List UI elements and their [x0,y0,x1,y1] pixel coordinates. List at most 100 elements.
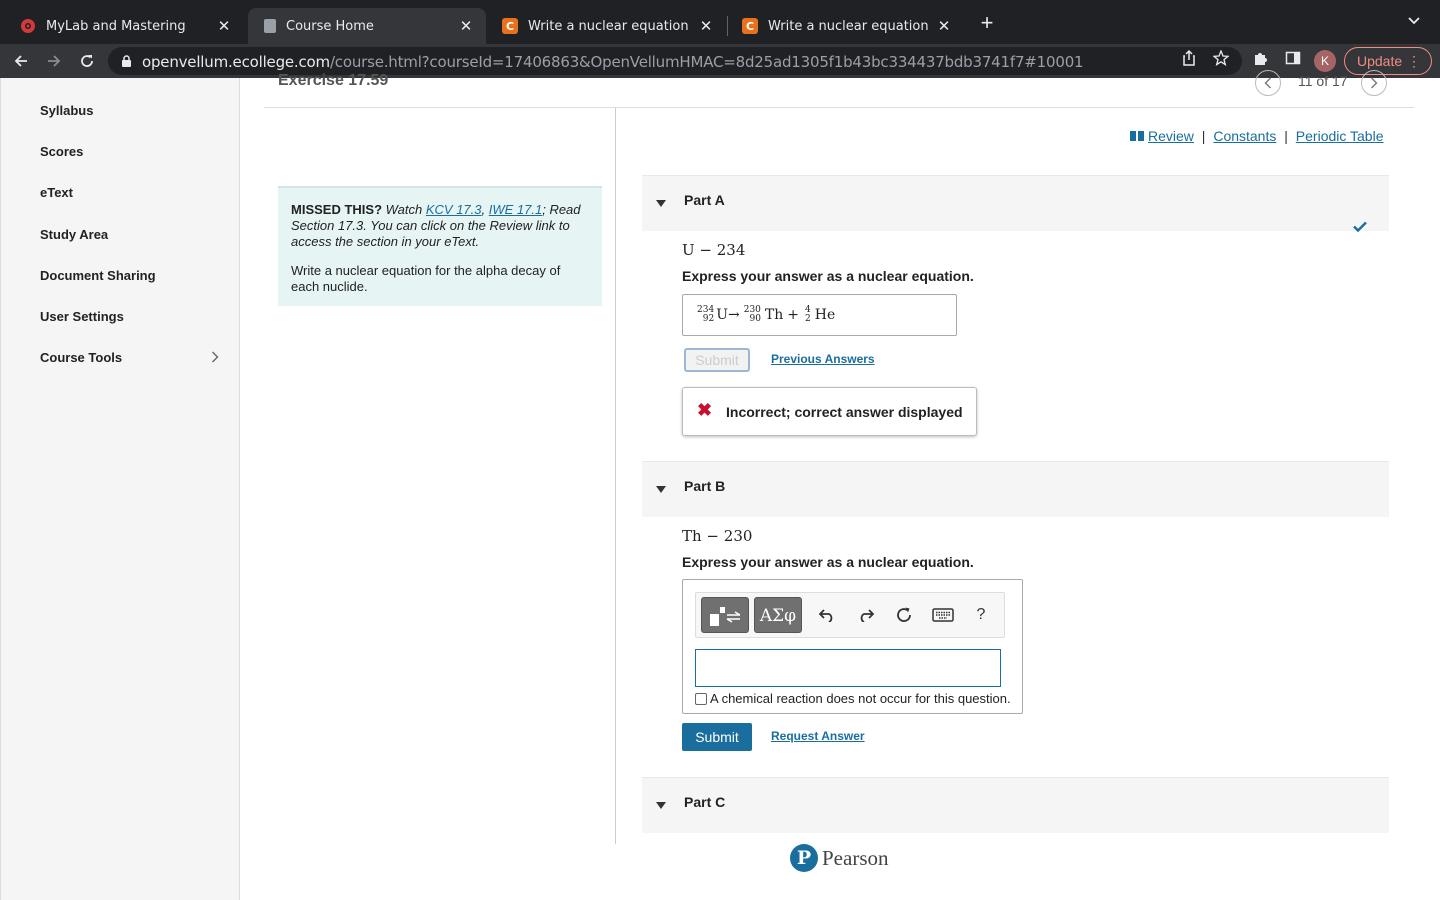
isotope-notation: 230 90 [744,306,761,324]
tab-nuclear-1[interactable]: C Write a nuclear equation for the ✕ [488,8,726,44]
atomic-number: 92 [702,314,715,324]
constants-link[interactable]: Constants [1213,128,1276,144]
tab-course-home[interactable]: Course Home ✕ [248,8,486,44]
tab-mylab[interactable]: MyLab and Mastering ✕ [6,8,244,44]
part-c-header[interactable]: Part C [642,777,1389,833]
tab-title: Write a nuclear equation for the [768,18,930,34]
extensions-puzzle-icon[interactable] [1253,50,1269,70]
close-tab-icon[interactable]: ✕ [698,17,714,35]
periodic-table-link[interactable]: Periodic Table [1296,128,1384,144]
element-symbol: Th [764,307,784,323]
update-label: Update [1357,53,1403,69]
kcv-link[interactable]: KCV 17.3 [426,202,482,217]
greek-symbols-button[interactable]: ΑΣφ [754,597,802,633]
pearson-favicon-icon [20,18,36,34]
redo-icon[interactable] [853,597,879,633]
incorrect-x-icon: ✖ [697,400,713,420]
sidebar-item-syllabus[interactable]: Syllabus [40,103,93,118]
forward-arrow-icon[interactable] [43,50,65,72]
browser-toolbar: openvellum.ecollege.com/course.html?cour… [0,44,1440,78]
c-favicon-icon: C [502,18,518,34]
missed-lead: MISSED THIS? [291,202,383,217]
page-favicon-icon [264,19,276,33]
close-tab-icon[interactable]: ✕ [216,17,232,35]
plus-sign: + [787,307,800,323]
editor-toolbar: ΑΣφ ? [695,592,1005,638]
templates-button[interactable] [701,597,749,633]
undo-icon[interactable] [814,597,840,633]
resource-links: Review | Constants | Periodic Table [1130,128,1383,144]
no-reaction-option[interactable]: A chemical reaction does not occur for t… [695,691,1011,706]
update-button[interactable]: Update ⋮ [1344,47,1432,75]
link-separator: | [1284,128,1288,144]
url-text: openvellum.ecollege.com/course.html?cour… [142,53,1084,71]
missed-this-hint: MISSED THIS? Watch KCV 17.3, IWE 17.1; R… [278,186,602,306]
previous-answers-link[interactable]: Previous Answers [771,352,875,366]
part-b-submit-button[interactable]: Submit [682,723,752,751]
book-icon [1130,131,1144,141]
back-arrow-icon[interactable] [10,50,32,72]
answer-editor: ΑΣφ ? A chemical reaction does not occur… [682,579,1023,714]
course-sidebar: Syllabus Scores eText Study Area Documen… [0,78,240,900]
pearson-brand-name: Pearson [822,845,889,870]
chevron-right-icon[interactable] [211,351,219,366]
tab-title: MyLab and Mastering [46,18,186,34]
isotope-notation: 42 [805,306,811,324]
next-item-button[interactable] [1361,70,1387,96]
part-a-label: Part A [684,192,725,208]
part-a-answer-display: 234 92 U → 230 90 Th + 42 He [682,294,957,336]
url-path: /course.html?courseId=17406863&OpenVellu… [329,53,1084,71]
part-a-feedback: ✖ Incorrect; correct answer displayed [682,387,977,436]
request-answer-link[interactable]: Request Answer [771,729,865,743]
c-favicon-icon: C [742,18,758,34]
close-tab-icon[interactable]: ✕ [936,17,952,35]
part-b-label: Part B [684,478,726,494]
review-link[interactable]: Review [1148,128,1194,144]
tab-search-chevron-icon[interactable] [1408,14,1420,28]
problem-instruction: Write a nuclear equation for the alpha d… [291,263,561,294]
isotope-notation: 234 92 [697,306,714,324]
sidebar-item-user-settings[interactable]: User Settings [40,309,124,324]
element-symbol: He [814,307,836,323]
tab-nuclear-2[interactable]: C Write a nuclear equation for the ✕ [728,8,964,44]
exercise-header: Exercise 17.59 11 of 17 [264,70,1414,108]
part-a-header[interactable]: Part A [642,175,1389,231]
side-panel-icon[interactable] [1285,50,1301,70]
missed-watch: Watch [382,202,426,217]
collapse-triangle-icon [656,802,666,809]
keyboard-icon[interactable] [929,597,957,633]
feedback-text: Incorrect; correct answer displayed [726,404,963,420]
sidebar-item-course-tools[interactable]: Course Tools [40,350,122,365]
address-bar[interactable]: openvellum.ecollege.com/course.html?cour… [108,47,1242,75]
part-a-submit-button[interactable]: Submit [684,348,750,372]
no-reaction-checkbox[interactable] [695,692,707,705]
collapse-triangle-icon [656,486,666,493]
previous-item-button[interactable] [1255,70,1281,96]
profile-avatar[interactable]: K [1314,50,1336,72]
iwe-link[interactable]: IWE 17.1 [489,202,542,217]
correct-check-icon [1353,219,1367,236]
answer-input[interactable] [695,649,1001,687]
part-b-nuclide: Th − 230 [682,527,753,545]
reset-icon[interactable] [891,597,917,633]
sidebar-item-document-sharing[interactable]: Document Sharing [40,268,156,283]
help-icon[interactable]: ? [969,597,993,633]
part-b-header[interactable]: Part B [642,461,1389,517]
part-a-instruction: Express your answer as a nuclear equatio… [682,268,974,284]
more-vert-icon: ⋮ [1407,53,1421,69]
close-tab-icon[interactable]: ✕ [458,17,474,35]
pearson-logo: P Pearson [790,844,889,872]
bookmark-star-icon[interactable] [1212,49,1230,70]
no-reaction-label: A chemical reaction does not occur for t… [710,691,1011,706]
reload-icon[interactable] [76,50,98,72]
sidebar-item-scores[interactable]: Scores [40,144,83,159]
missed-comma: , [481,202,489,217]
lock-icon [122,54,131,67]
sidebar-item-study-area[interactable]: Study Area [40,227,108,242]
share-icon[interactable] [1182,49,1196,70]
collapse-triangle-icon [656,200,666,207]
browser-tab-bar: MyLab and Mastering ✕ Course Home ✕ C Wr… [0,0,1440,44]
sidebar-item-etext[interactable]: eText [40,185,73,200]
pager-count: 11 of 17 [1298,73,1348,89]
new-tab-button[interactable]: + [976,12,998,36]
